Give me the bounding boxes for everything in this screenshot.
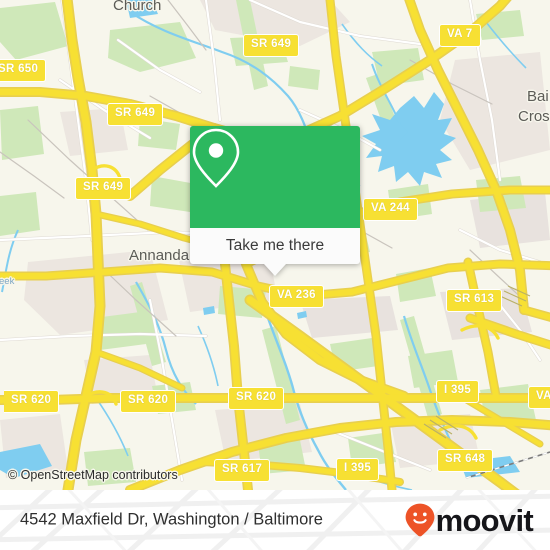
place-label-crossroads: Cross xyxy=(518,108,550,125)
moovit-wordmark: moovit xyxy=(435,502,534,538)
moovit-smiley-pin-icon xyxy=(405,503,434,537)
road-shield-sr617: SR 617 xyxy=(214,459,271,482)
popup-pointer xyxy=(264,264,286,276)
moovit-logo[interactable]: moovit xyxy=(405,502,534,538)
road-shield-va-edge: VA xyxy=(528,386,550,409)
road-shield-i395-upper: I 395 xyxy=(436,380,480,403)
road-shield-sr649-mid: SR 649 xyxy=(107,103,164,126)
location-pin-icon xyxy=(192,128,240,188)
place-label-bailey: Bai xyxy=(527,88,549,105)
footer-bar: 4542 Maxfield Dr, Washington / Baltimore… xyxy=(0,490,550,550)
road-shield-sr613: SR 613 xyxy=(446,289,503,312)
road-shield-sr620-mid: SR 620 xyxy=(120,390,177,413)
road-shield-va244: VA 244 xyxy=(363,198,418,221)
road-shield-sr649-top: SR 649 xyxy=(243,34,300,57)
take-me-there-label: Take me there xyxy=(225,237,325,254)
location-popup-card[interactable]: Take me there xyxy=(190,126,360,276)
road-shield-va7: VA 7 xyxy=(439,24,481,47)
road-shield-va236: VA 236 xyxy=(269,285,324,308)
road-shield-sr620-right: SR 620 xyxy=(228,387,285,410)
road-shield-sr650: SR 650 xyxy=(0,59,47,82)
osm-attribution[interactable]: © OpenStreetMap contributors xyxy=(8,468,178,482)
map-canvas[interactable]: .wtr{fill:#7fcdf0} .wln{fill:none;stroke… xyxy=(0,0,550,490)
popup-header xyxy=(190,126,360,228)
road-shield-sr620-left: SR 620 xyxy=(4,390,60,413)
place-label-creek: eek xyxy=(0,276,15,287)
road-shield-sr648: SR 648 xyxy=(437,449,494,472)
road-shield-i395-lower: I 395 xyxy=(336,458,380,481)
road-shield-sr649-lower: SR 649 xyxy=(75,177,132,200)
map-screenshot: .wtr{fill:#7fcdf0} .wln{fill:none;stroke… xyxy=(0,0,550,550)
take-me-there-button[interactable]: Take me there xyxy=(190,228,360,264)
place-label-church: Church xyxy=(113,0,162,14)
footer-address-text: 4542 Maxfield Dr, Washington / Baltimore xyxy=(20,510,323,529)
